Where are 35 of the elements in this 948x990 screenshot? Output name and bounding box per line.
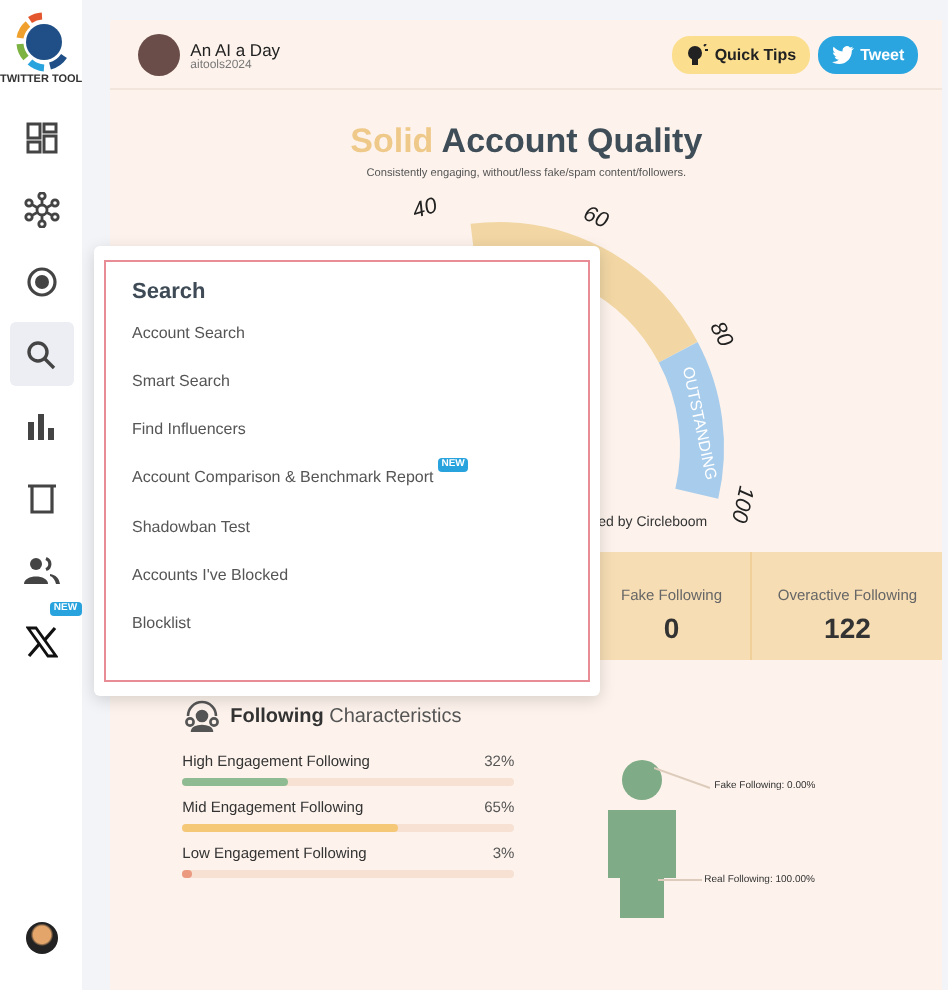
leader-line	[654, 767, 712, 789]
menu-item[interactable]: Smart Search	[132, 372, 230, 391]
gauge-tick: 40	[410, 193, 441, 224]
section-title: Following Characteristics	[230, 705, 462, 727]
trash-icon	[27, 482, 56, 514]
lightbulb-icon	[686, 44, 709, 66]
quality-title: Solid Account Quality	[348, 122, 705, 162]
stat-value: 0	[663, 612, 680, 644]
followers-icon	[182, 700, 223, 732]
dashboard-icon	[25, 122, 58, 154]
menu-item[interactable]: Accounts I've Blocked	[132, 565, 289, 584]
menu-item[interactable]: Account Search	[132, 324, 245, 342]
quick-tips-button[interactable]: Quick Tips	[672, 36, 811, 74]
user-avatar[interactable]	[25, 922, 58, 954]
search-icon	[26, 339, 57, 369]
gauge-tick: 80	[704, 318, 738, 351]
record-icon	[25, 266, 58, 298]
x-logo-icon	[25, 626, 58, 658]
leader-line	[657, 879, 704, 881]
menu-item[interactable]: Find Influencers	[132, 420, 246, 439]
profile-avatar	[138, 34, 181, 76]
menu-item[interactable]: Shadowban Test	[132, 517, 251, 536]
bar-chart-icon	[27, 412, 56, 440]
logo-icon	[11, 12, 72, 72]
stat-value: 122	[824, 612, 871, 644]
menu-title: Search	[132, 280, 208, 304]
bird-icon	[832, 46, 855, 64]
menu-item[interactable]: Account Comparison & Benchmark Report	[132, 468, 434, 487]
gauge-tick: 60	[580, 202, 612, 234]
account-name: An AI a Day	[190, 39, 281, 59]
menu-item[interactable]: Blocklist	[132, 613, 191, 632]
gauge-tick: 100	[726, 483, 758, 525]
network-icon	[23, 192, 60, 228]
sidebar-button[interactable]	[9, 322, 74, 386]
users-icon	[23, 556, 60, 584]
